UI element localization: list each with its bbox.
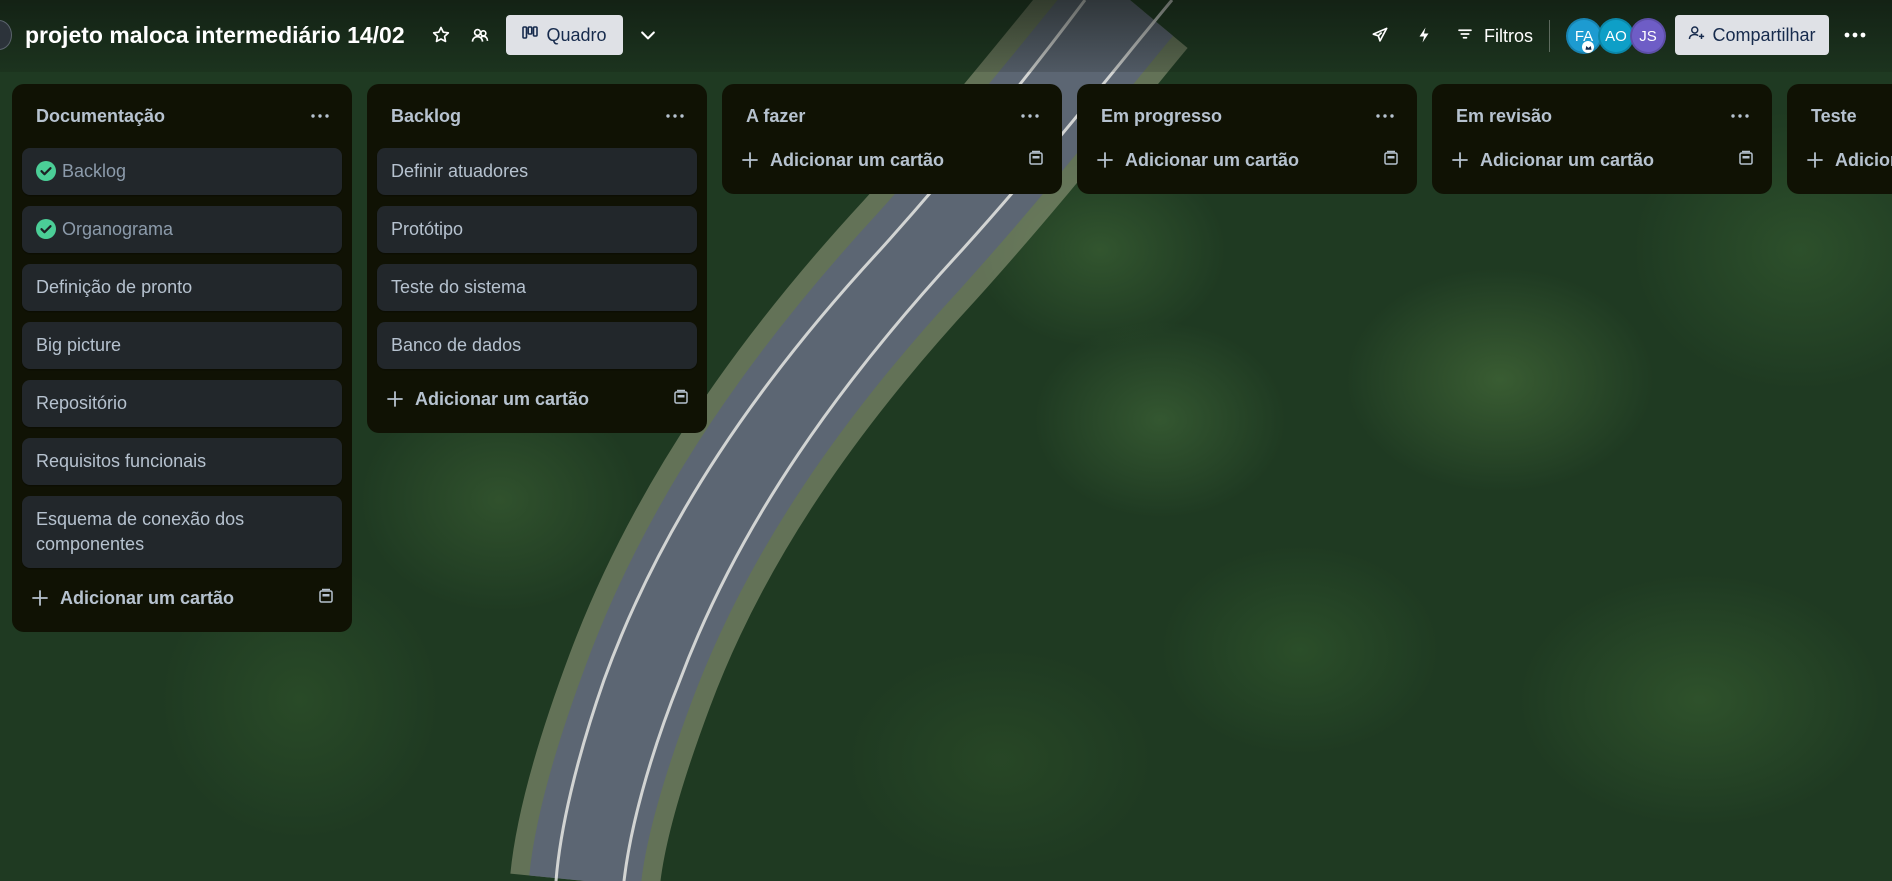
list-menu-icon[interactable]: [1016, 102, 1044, 130]
card-title: Organograma: [62, 219, 174, 239]
create-from-template-icon[interactable]: [1738, 150, 1754, 171]
star-icon[interactable]: [428, 22, 454, 48]
list-title[interactable]: Backlog: [391, 106, 461, 127]
add-card-row: Adicionar um cartão: [22, 576, 342, 620]
plus-icon: [1452, 152, 1468, 168]
list-title[interactable]: Teste: [1811, 106, 1857, 127]
create-from-template-icon[interactable]: [673, 389, 689, 410]
add-card-button[interactable]: Adicionar um cartão: [32, 588, 234, 609]
share-label: Compartilhar: [1712, 24, 1816, 45]
card[interactable]: Big picture: [22, 322, 342, 369]
check-circle-icon[interactable]: [36, 161, 56, 181]
card[interactable]: Teste do sistema: [377, 264, 697, 311]
card[interactable]: Backlog: [22, 148, 342, 195]
card-title: Big picture: [36, 335, 122, 355]
card-list: Backlog Organograma Definição de pronto …: [22, 148, 342, 568]
add-card-row: Adicionar um cartão: [377, 377, 697, 421]
card[interactable]: Repositório: [22, 380, 342, 427]
create-from-template-icon[interactable]: [318, 588, 334, 609]
add-card-row: Adicionar um cartão: [1087, 138, 1407, 182]
card-title: Protótipo: [391, 219, 464, 239]
card-title: Definição de pronto: [36, 277, 193, 297]
filters-button[interactable]: Filtros: [1456, 21, 1533, 51]
add-card-label: Adicionar um cartão: [415, 388, 590, 409]
header-divider: [1549, 20, 1550, 52]
add-card-button[interactable]: Adicionar um cartão: [742, 150, 944, 171]
plus-icon: [1807, 152, 1823, 168]
board-view-icon: [522, 25, 539, 46]
list-title[interactable]: Em progresso: [1101, 106, 1222, 127]
list-menu-icon[interactable]: [306, 102, 334, 130]
list-a-fazer: A fazer Adicionar um cartão: [722, 84, 1062, 194]
list-menu-icon[interactable]: [661, 102, 689, 130]
chevron-down-icon[interactable]: [635, 22, 661, 48]
add-card-button[interactable]: Adicionar um cartão: [1452, 150, 1654, 171]
card[interactable]: Banco de dados: [377, 322, 697, 369]
card-title: Requisitos funcionais: [36, 451, 207, 471]
list-title[interactable]: Em revisão: [1456, 106, 1552, 127]
plus-icon: [32, 590, 48, 606]
card-title: Teste do sistema: [391, 277, 527, 297]
plus-icon: [742, 152, 758, 168]
add-card-label: Adicionar um cartão: [1480, 149, 1655, 170]
plus-icon: [1097, 152, 1113, 168]
card-title: Definir atuadores: [391, 161, 529, 181]
avatar[interactable]: AO: [1598, 18, 1634, 54]
add-card-button[interactable]: Adicionar um cartão: [387, 389, 589, 410]
list-title[interactable]: A fazer: [746, 106, 805, 127]
board-header: projeto maloca intermediário 14/02 Quadr…: [0, 0, 1892, 72]
list-backlog: Backlog Definir atuadores Protótipo Test…: [367, 84, 707, 433]
create-from-template-icon[interactable]: [1383, 150, 1399, 171]
add-card-button[interactable]: Adicionar um cartão: [1097, 150, 1299, 171]
add-member-icon: [1688, 24, 1706, 47]
automation-icon[interactable]: [1411, 22, 1437, 48]
filters-label: Filtros: [1484, 25, 1533, 46]
share-button[interactable]: Compartilhar: [1675, 15, 1829, 55]
avatar[interactable]: FA: [1566, 18, 1602, 54]
board-view-button[interactable]: Quadro: [506, 15, 623, 55]
list-em-revisao: Em revisão Adicionar um cartão: [1432, 84, 1772, 194]
list-header[interactable]: Documentação: [22, 84, 342, 148]
check-circle-icon[interactable]: [36, 219, 56, 239]
filter-icon: [1456, 25, 1474, 48]
add-card-label: Adicionar um cartão: [770, 149, 945, 170]
card[interactable]: Definir atuadores: [377, 148, 697, 195]
create-from-template-icon[interactable]: [1028, 150, 1044, 171]
card-title: Esquema de conexão dos componentes: [36, 509, 245, 554]
list-documentacao: Documentação Backlog Organograma Definiç…: [12, 84, 352, 632]
add-card-label: Adicionar um cartão: [60, 587, 235, 608]
card[interactable]: Definição de pronto: [22, 264, 342, 311]
sidebar-toggle-button[interactable]: [0, 20, 12, 50]
card[interactable]: Protótipo: [377, 206, 697, 253]
power-ups-icon[interactable]: [1367, 22, 1393, 48]
board-menu-icon[interactable]: [1840, 22, 1870, 48]
card-list: Definir atuadores Protótipo Teste do sis…: [377, 148, 697, 369]
card-title: Backlog: [62, 161, 127, 181]
list-em-progresso: Em progresso Adicionar um cartão: [1077, 84, 1417, 194]
list-teste: Teste Adicionar um cartão: [1787, 84, 1892, 194]
add-card-row: Adicionar um cartão: [1442, 138, 1762, 182]
add-card-label: Adicionar um cartão: [1125, 149, 1300, 170]
add-card-row: Adicionar um cartão: [732, 138, 1052, 182]
add-card-label: Adicionar um cartão: [1835, 149, 1892, 170]
avatar[interactable]: JS: [1630, 18, 1666, 54]
list-header[interactable]: Backlog: [377, 84, 697, 148]
card[interactable]: Requisitos funcionais: [22, 438, 342, 485]
list-title[interactable]: Documentação: [36, 106, 165, 127]
board-members: FA AO JS: [1566, 18, 1666, 54]
add-card-button[interactable]: Adicionar um cartão: [1807, 150, 1892, 171]
board-title[interactable]: projeto maloca intermediário 14/02: [25, 22, 405, 49]
list-menu-icon[interactable]: [1726, 102, 1754, 130]
card[interactable]: Organograma: [22, 206, 342, 253]
admin-badge-icon: [1582, 41, 1594, 53]
visibility-icon[interactable]: [467, 22, 493, 48]
card-title: Repositório: [36, 393, 128, 413]
card-title: Banco de dados: [391, 335, 522, 355]
card[interactable]: Esquema de conexão dos componentes: [22, 496, 342, 568]
board-view-label: Quadro: [546, 24, 607, 45]
list-menu-icon[interactable]: [1371, 102, 1399, 130]
add-card-row: Adicionar um cartão: [1797, 138, 1892, 182]
plus-icon: [387, 391, 403, 407]
